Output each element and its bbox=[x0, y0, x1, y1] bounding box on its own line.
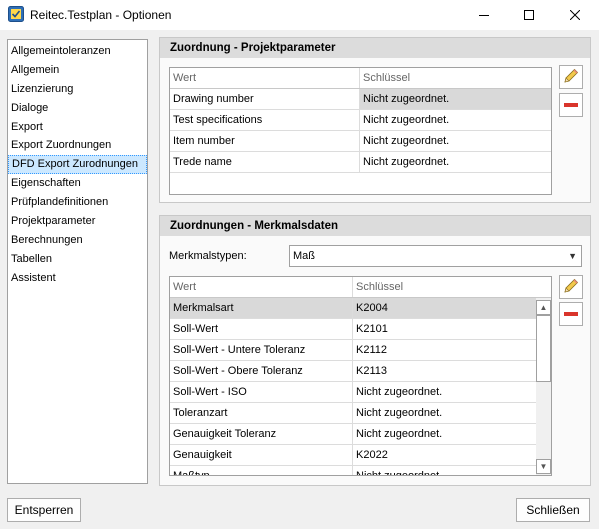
table-row[interactable]: Merkmalsart K2004 bbox=[170, 298, 536, 319]
cell-wert[interactable]: Drawing number bbox=[170, 89, 360, 109]
chevron-down-icon: ▼ bbox=[568, 251, 577, 261]
table-row[interactable]: Soll-Wert K2101 bbox=[170, 319, 536, 340]
edit-merkmal-button[interactable] bbox=[559, 275, 583, 299]
cell-schluessel[interactable]: Nicht zugeordnet. bbox=[360, 152, 551, 172]
column-header-wert[interactable]: Wert bbox=[170, 277, 353, 297]
cell-schluessel[interactable]: K2112 bbox=[353, 340, 535, 360]
table-row[interactable]: Maßtyp Nicht zugeordnet. bbox=[170, 466, 536, 475]
cell-schluessel[interactable]: Nicht zugeordnet. bbox=[353, 403, 535, 423]
cell-schluessel[interactable]: Nicht zugeordnet. bbox=[360, 110, 551, 130]
cell-wert[interactable]: Merkmalsart bbox=[170, 298, 353, 318]
nav-item[interactable]: Allgemein bbox=[8, 61, 147, 80]
nav-item[interactable]: Projektparameter bbox=[8, 212, 147, 231]
column-header-schluessel[interactable]: Schlüssel bbox=[360, 68, 551, 88]
cell-wert[interactable]: Soll-Wert bbox=[170, 319, 353, 339]
column-header-wert[interactable]: Wert bbox=[170, 68, 360, 88]
cell-schluessel[interactable]: K2101 bbox=[353, 319, 535, 339]
nav-item[interactable]: Prüfplandefinitionen bbox=[8, 193, 147, 212]
table-row[interactable]: Genauigkeit K2022 bbox=[170, 445, 536, 466]
minimize-button[interactable] bbox=[461, 0, 507, 30]
nav-item[interactable]: Export Zuordnungen bbox=[8, 136, 147, 155]
window-title: Reitec.Testplan - Optionen bbox=[30, 8, 172, 22]
projektparameter-grid[interactable]: Wert Schlüssel Drawing number Nicht zugeo… bbox=[169, 67, 552, 195]
table-row[interactable]: Toleranzart Nicht zugeordnet. bbox=[170, 403, 536, 424]
column-header-schluessel[interactable]: Schlüssel bbox=[353, 277, 535, 297]
nav-item[interactable]: Dialoge bbox=[8, 99, 147, 118]
cell-wert[interactable]: Test specifications bbox=[170, 110, 360, 130]
pencil-icon bbox=[562, 277, 580, 298]
table-row[interactable]: Drawing number Nicht zugeordnet. bbox=[170, 89, 551, 110]
cell-wert[interactable]: Genauigkeit Toleranz bbox=[170, 424, 353, 444]
title-bar: Reitec.Testplan - Optionen bbox=[0, 0, 599, 30]
options-nav-list[interactable]: Allgemeintoleranzen Allgemein Lizenzierung… bbox=[7, 39, 148, 484]
table-row[interactable]: Soll-Wert - Obere Toleranz K2113 bbox=[170, 361, 536, 382]
pencil-icon bbox=[562, 67, 580, 88]
nav-item[interactable]: Allgemeintoleranzen bbox=[8, 42, 147, 61]
close-button[interactable]: Schließen bbox=[516, 498, 590, 522]
cell-schluessel[interactable]: K2022 bbox=[353, 445, 535, 465]
unlock-button[interactable]: Entsperren bbox=[7, 498, 81, 522]
nav-item[interactable]: Tabellen bbox=[8, 250, 147, 269]
scrollbar-thumb[interactable] bbox=[536, 315, 551, 382]
minus-icon bbox=[564, 312, 578, 316]
remove-merkmal-button[interactable] bbox=[559, 302, 583, 326]
close-window-button[interactable] bbox=[552, 0, 598, 30]
nav-item[interactable]: Lizenzierung bbox=[8, 80, 147, 99]
remove-mapping-button[interactable] bbox=[559, 93, 583, 117]
cell-schluessel[interactable]: Nicht zugeordnet. bbox=[353, 466, 535, 475]
scroll-down-icon[interactable]: ▼ bbox=[536, 459, 551, 474]
cell-schluessel[interactable]: K2113 bbox=[353, 361, 535, 381]
merkmalstypen-label: Merkmalstypen: bbox=[169, 250, 247, 262]
merkmalstypen-select[interactable]: Maß ▼ bbox=[289, 245, 582, 267]
nav-item[interactable]: Berechnungen bbox=[8, 231, 147, 250]
table-row[interactable]: Test specifications Nicht zugeordnet. bbox=[170, 110, 551, 131]
cell-schluessel[interactable]: K2004 bbox=[353, 298, 535, 318]
table-row[interactable]: Trede name Nicht zugeordnet. bbox=[170, 152, 551, 173]
edit-mapping-button[interactable] bbox=[559, 65, 583, 89]
cell-wert[interactable]: Genauigkeit bbox=[170, 445, 353, 465]
cell-wert[interactable]: Soll-Wert - Obere Toleranz bbox=[170, 361, 353, 381]
cell-wert[interactable]: Maßtyp bbox=[170, 466, 353, 475]
grid-header: Wert Schlüssel bbox=[170, 68, 551, 89]
table-row[interactable]: Soll-Wert - Untere Toleranz K2112 bbox=[170, 340, 536, 361]
app-icon bbox=[8, 6, 24, 22]
table-row[interactable]: Item number Nicht zugeordnet. bbox=[170, 131, 551, 152]
minus-icon bbox=[564, 103, 578, 107]
cell-wert[interactable]: Soll-Wert - ISO bbox=[170, 382, 353, 402]
table-row[interactable]: Genauigkeit Toleranz Nicht zugeordnet. bbox=[170, 424, 536, 445]
nav-item[interactable]: DFD Export Zurodnungen bbox=[8, 155, 147, 175]
cell-schluessel[interactable]: Nicht zugeordnet. bbox=[353, 382, 535, 402]
merkmalstypen-value: Maß bbox=[293, 250, 315, 262]
projektparameter-header: Zuordnung - Projektparameter bbox=[160, 38, 590, 58]
cell-wert[interactable]: Trede name bbox=[170, 152, 360, 172]
cell-schluessel[interactable]: Nicht zugeordnet. bbox=[353, 424, 535, 444]
nav-item[interactable]: Export bbox=[8, 118, 147, 137]
grid-header: Wert Schlüssel bbox=[170, 277, 551, 298]
cell-wert[interactable]: Item number bbox=[170, 131, 360, 151]
merkmalsdaten-header: Zuordnungen - Merkmalsdaten bbox=[160, 216, 590, 236]
table-row[interactable]: Soll-Wert - ISO Nicht zugeordnet. bbox=[170, 382, 536, 403]
maximize-button[interactable] bbox=[506, 0, 552, 30]
scroll-up-icon[interactable]: ▲ bbox=[536, 300, 551, 315]
vertical-scrollbar[interactable]: ▲ ▼ bbox=[536, 298, 551, 475]
merkmalsdaten-grid[interactable]: Wert Schlüssel Merkmalsart K2004 Soll-Wert… bbox=[169, 276, 552, 476]
nav-item[interactable]: Eigenschaften bbox=[8, 174, 147, 193]
cell-wert[interactable]: Toleranzart bbox=[170, 403, 353, 423]
cell-wert[interactable]: Soll-Wert - Untere Toleranz bbox=[170, 340, 353, 360]
nav-item[interactable]: Assistent bbox=[8, 269, 147, 288]
cell-schluessel[interactable]: Nicht zugeordnet. bbox=[360, 131, 551, 151]
cell-schluessel[interactable]: Nicht zugeordnet. bbox=[360, 89, 551, 109]
